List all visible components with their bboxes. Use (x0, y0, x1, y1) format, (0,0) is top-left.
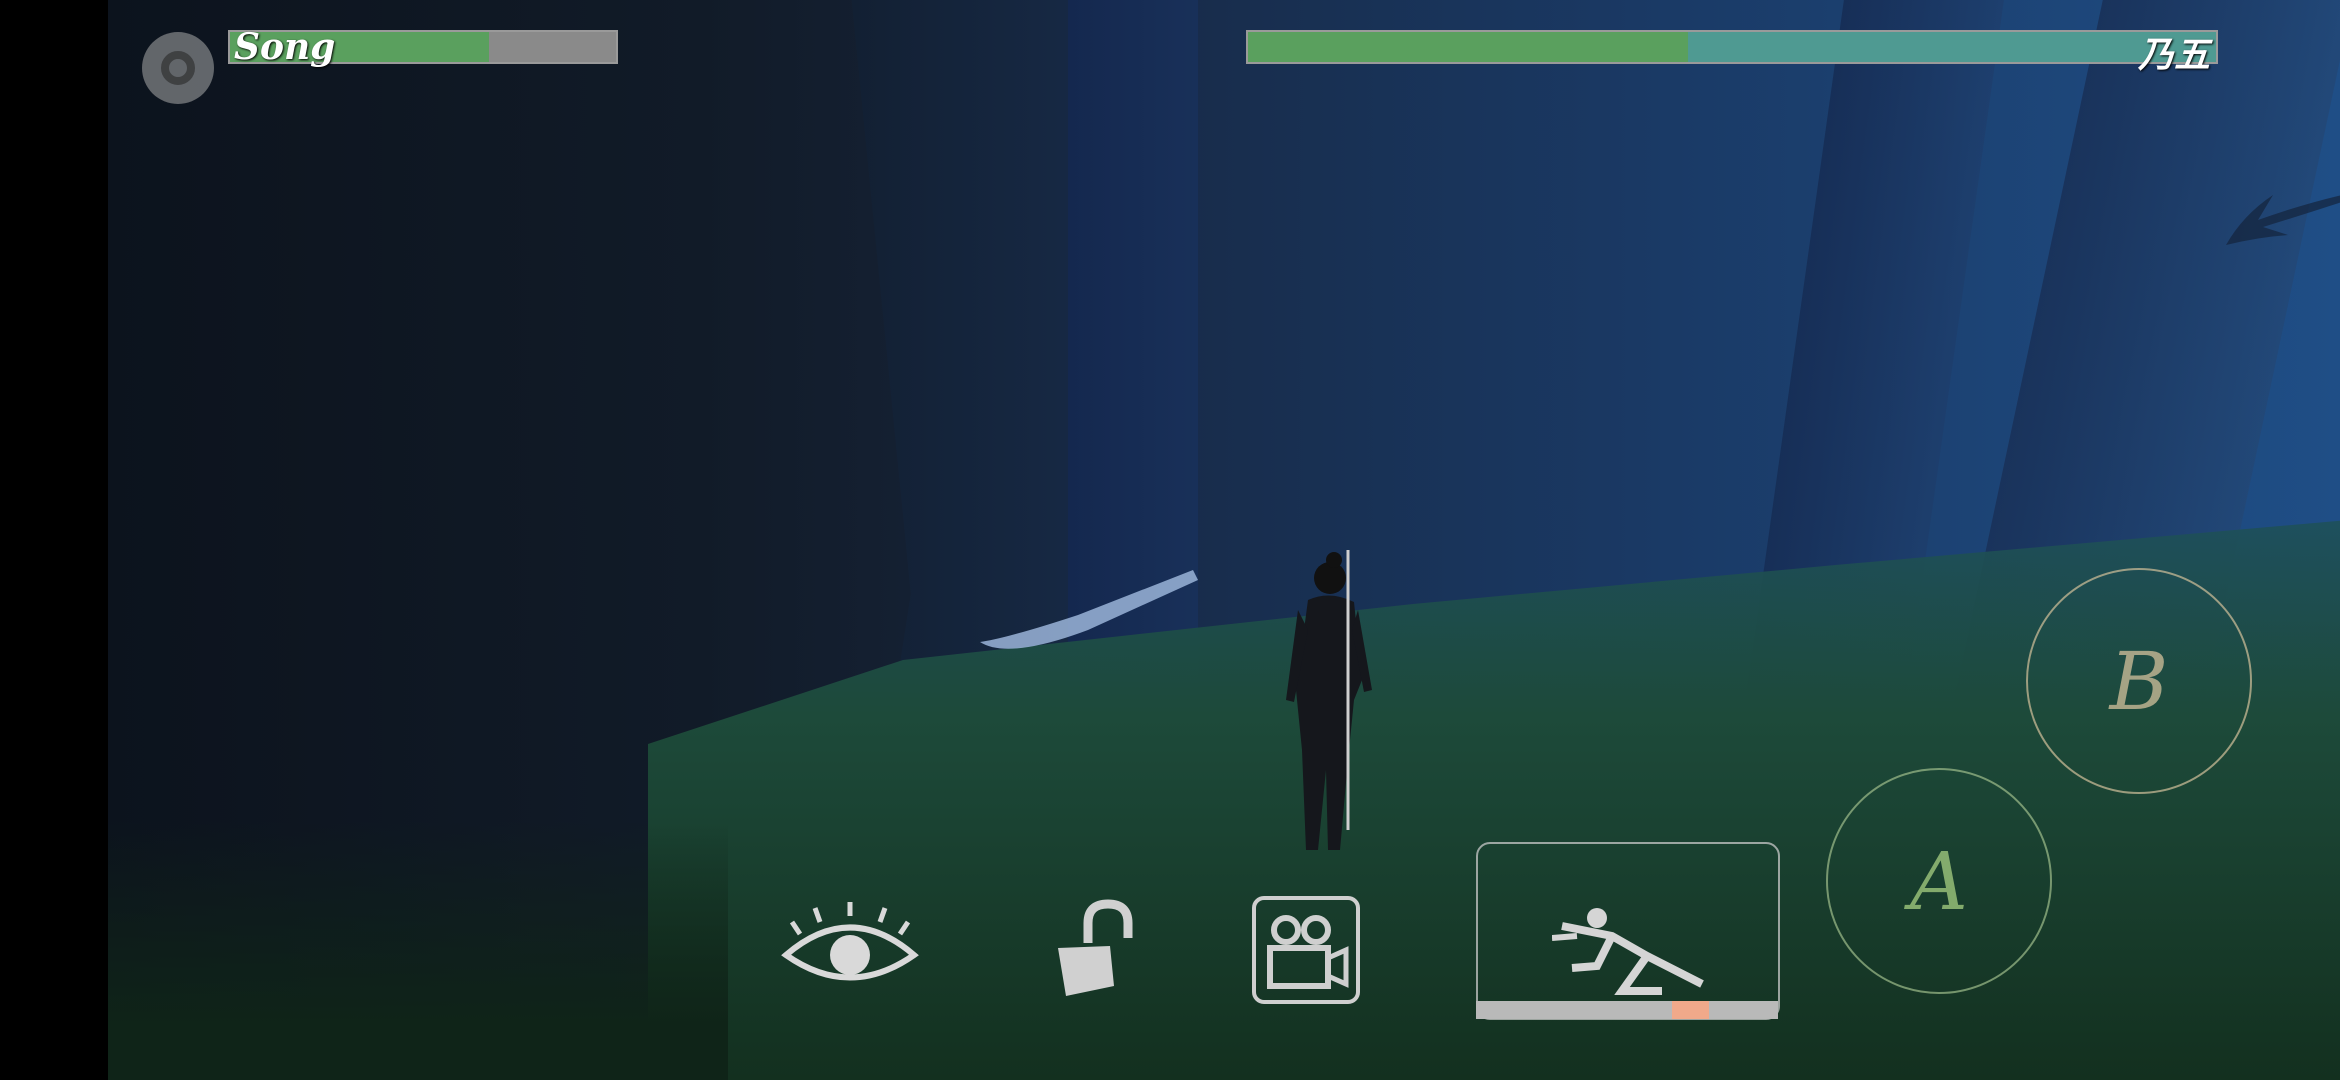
enemy-health-fill (1248, 32, 1689, 62)
settings-ring-icon[interactable] (142, 32, 214, 104)
dash-runner-icon (1552, 908, 1704, 995)
video-camera-icon (1252, 896, 1360, 1004)
stamina-marker (1672, 1001, 1709, 1019)
dash-button[interactable] (1476, 842, 1780, 1020)
enemy-name: 乃五 (2137, 34, 2210, 76)
enemy-health-fill-secondary (1688, 32, 2216, 62)
b-action-button[interactable]: B (2026, 568, 2252, 794)
hud-overlay: Song 乃五 B A (0, 0, 2340, 1080)
lock-on-button[interactable] (1048, 898, 1138, 998)
look-button[interactable] (780, 900, 920, 1000)
a-action-button[interactable]: A (1826, 768, 2052, 994)
unlock-padlock-icon (1058, 899, 1133, 996)
stamina-bar (1476, 1001, 1778, 1019)
b-button-label: B (2109, 634, 2169, 728)
enemy-health-bar: 乃五 (1246, 30, 2218, 76)
eye-icon (781, 902, 919, 981)
camera-button[interactable] (1250, 894, 1362, 1006)
player-name: Song (234, 26, 336, 68)
a-button-label: A (1910, 834, 1968, 928)
player-health-bar: Song (228, 26, 618, 68)
